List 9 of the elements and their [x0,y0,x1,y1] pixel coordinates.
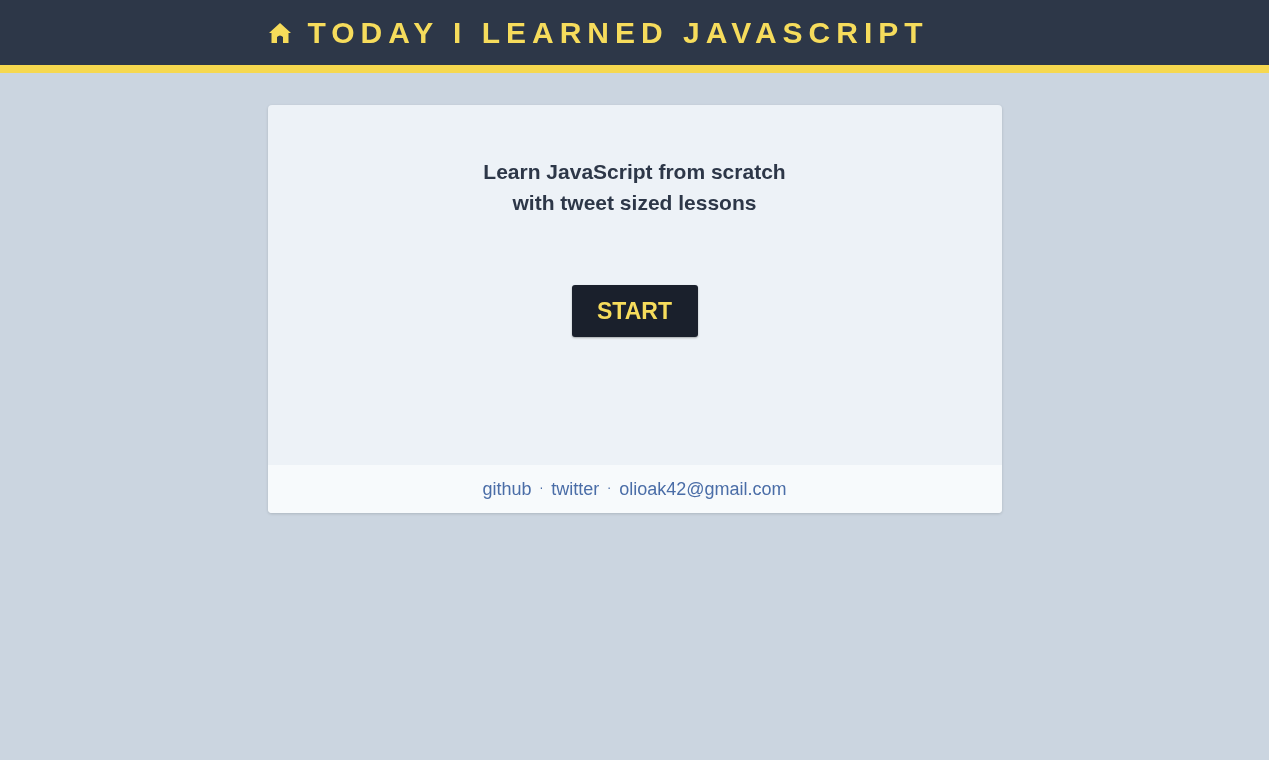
separator-dot: · [607,482,612,496]
footer-link[interactable]: twitter [551,478,600,500]
site-title: TODAY I LEARNED JAVASCRIPT [307,17,929,48]
footer-link[interactable]: github [482,478,532,500]
separator-dot: · [539,482,544,496]
intro-text: Learn JavaScript from scratch with tweet sized lessons [483,159,786,216]
footer-link[interactable]: olioak42@gmail.com [619,478,787,500]
start-button[interactable]: START [571,285,698,337]
home-icon[interactable] [267,21,292,44]
